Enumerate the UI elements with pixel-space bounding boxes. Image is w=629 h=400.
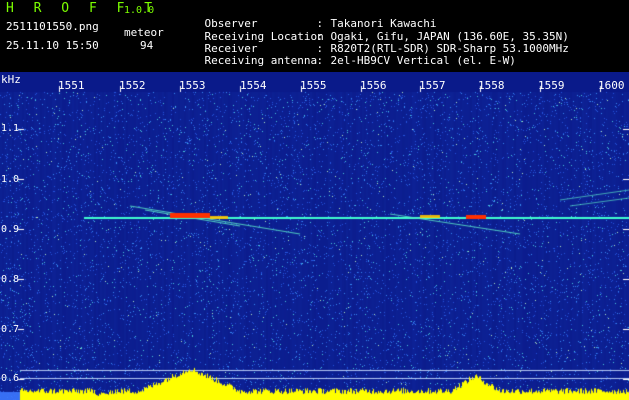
y-tick-label: 0.6	[1, 373, 20, 384]
y-axis-unit: kHz	[1, 73, 21, 86]
x-tick-label: 1553	[179, 79, 206, 92]
y-tick-label: 1.1	[1, 123, 20, 134]
detection-count: 94	[140, 39, 154, 52]
info-value: 2el-HB9CV Vertical (el. E-W)	[330, 54, 516, 67]
y-tick-label: 0.8	[1, 274, 20, 285]
x-tick-label: 1600	[598, 79, 625, 92]
spectrogram	[0, 72, 629, 400]
x-tick-label: 1559	[538, 79, 565, 92]
y-tick-label: 0.9	[1, 224, 20, 235]
x-tick-label: 1556	[360, 79, 387, 92]
y-tick-label: 1.0	[1, 174, 20, 185]
app-version: 1.0.0	[124, 5, 155, 16]
header-panel: H R O F F T 1.0.0 2511101550.png meteor …	[0, 0, 629, 72]
y-tick-label: 0.7	[1, 324, 20, 335]
capture-type-label: meteor	[124, 26, 164, 39]
info-separator: :	[316, 54, 324, 67]
capture-filename: 2511101550.png	[6, 20, 99, 33]
x-tick-label: 1554	[240, 79, 267, 92]
x-tick-label: 1557	[419, 79, 446, 92]
info-label: Receiving antenna	[204, 54, 318, 67]
x-tick-label: 1552	[119, 79, 146, 92]
x-tick-label: 1555	[300, 79, 327, 92]
x-tick-label: 1558	[478, 79, 505, 92]
x-tick-label: 1551	[58, 79, 85, 92]
capture-datetime: 25.11.10 15:50	[6, 39, 99, 52]
